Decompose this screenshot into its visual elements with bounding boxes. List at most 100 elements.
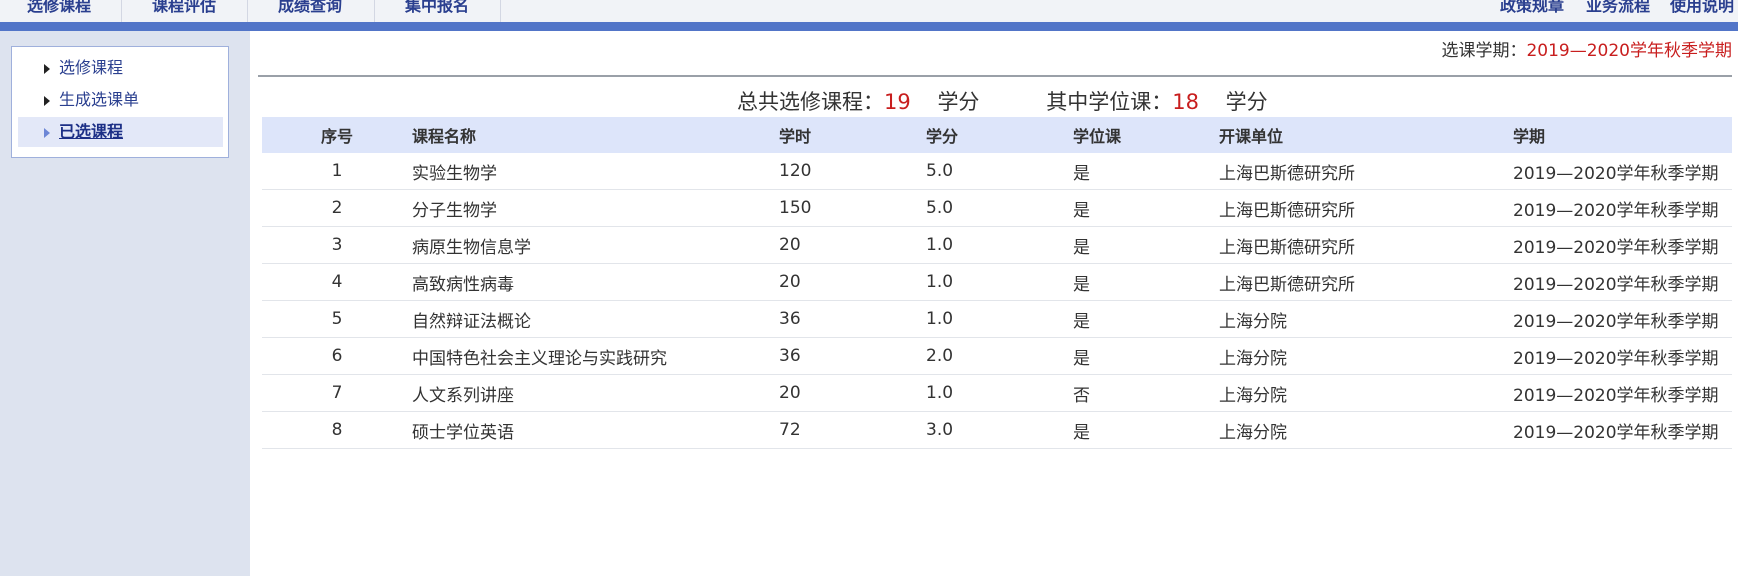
cell-semester: 2019—2020学年秋季学期 [1513, 189, 1732, 227]
cell-course-name: 自然辩证法概论 [412, 300, 779, 338]
credit-summary: 总共选修课程：19 学分 其中学位课：18 学分 [737, 87, 1268, 117]
sidebar-item-label: 选修课程 [59, 58, 124, 77]
cell-index: 3 [262, 226, 412, 264]
nav-divider [500, 0, 501, 22]
cell-semester: 2019—2020学年秋季学期 [1513, 300, 1732, 338]
table-row: 1 实验生物学 120 5.0 是 上海巴斯德研究所 2019—2020学年秋季… [262, 153, 1732, 190]
cell-course-name: 实验生物学 [412, 153, 779, 190]
cell-credits: 5.0 [926, 153, 1073, 190]
cell-index: 1 [262, 153, 412, 190]
cell-degree-course: 否 [1073, 374, 1219, 412]
cell-index: 2 [262, 189, 412, 227]
top-nav: 选修课程 课程评估 成绩查询 集中报名 政策规章 业务流程 使用说明 [0, 0, 1738, 22]
nav-workflow[interactable]: 业务流程 [1586, 0, 1650, 22]
nav-course-evaluation[interactable]: 课程评估 [152, 0, 216, 22]
cell-semester: 2019—2020学年秋季学期 [1513, 337, 1732, 375]
col-header-hours: 学时 [779, 117, 926, 153]
col-header-index: 序号 [262, 117, 412, 153]
cell-degree-course: 是 [1073, 337, 1219, 375]
semester-info: 选课学期：2019—2020学年秋季学期 [1441, 38, 1732, 64]
nav-policies[interactable]: 政策规章 [1500, 0, 1564, 22]
table-header-row: 序号 课程名称 学时 学分 学位课 开课单位 学期 [262, 117, 1732, 153]
nav-divider [374, 0, 375, 22]
sidebar-item-elective-courses[interactable]: 选修课程 [18, 53, 223, 83]
semester-label: 选课学期： [1441, 41, 1527, 61]
cell-index: 7 [262, 374, 412, 412]
col-header-course-name: 课程名称 [412, 117, 779, 153]
cell-index: 6 [262, 337, 412, 375]
cell-hours: 20 [779, 263, 926, 301]
cell-hours: 72 [779, 411, 926, 449]
nav-elective-courses[interactable]: 选修课程 [27, 0, 91, 22]
divider [258, 75, 1732, 77]
caret-right-icon [44, 96, 50, 106]
cell-degree-course: 是 [1073, 411, 1219, 449]
cell-course-name: 病原生物信息学 [412, 226, 779, 264]
cell-semester: 2019—2020学年秋季学期 [1513, 263, 1732, 301]
semester-value: 2019—2020学年秋季学期 [1526, 41, 1732, 61]
sidebar-item-label: 生成选课单 [59, 90, 140, 109]
table-row: 6 中国特色社会主义理论与实践研究 36 2.0 是 上海分院 2019—202… [262, 337, 1732, 375]
cell-course-name: 高致病性病毒 [412, 263, 779, 301]
course-table: 序号 课程名称 学时 学分 学位课 开课单位 学期 1 实验生物学 120 5.… [262, 117, 1732, 449]
cell-credits: 3.0 [926, 411, 1073, 449]
cell-course-name: 中国特色社会主义理论与实践研究 [412, 337, 779, 375]
cell-index: 8 [262, 411, 412, 449]
cell-semester: 2019—2020学年秋季学期 [1513, 226, 1732, 264]
total-credits-unit: 学分 [937, 90, 980, 114]
cell-semester: 2019—2020学年秋季学期 [1513, 411, 1732, 449]
cell-department: 上海分院 [1219, 300, 1513, 338]
cell-credits: 1.0 [926, 300, 1073, 338]
cell-credits: 5.0 [926, 189, 1073, 227]
cell-semester: 2019—2020学年秋季学期 [1513, 374, 1732, 412]
cell-credits: 1.0 [926, 226, 1073, 264]
caret-right-icon [44, 128, 50, 138]
degree-credits-label: 其中学位课： [1046, 90, 1173, 114]
table-row: 3 病原生物信息学 20 1.0 是 上海巴斯德研究所 2019—2020学年秋… [262, 226, 1732, 264]
sidebar-item-generate-selection[interactable]: 生成选课单 [18, 85, 223, 115]
cell-course-name: 硕士学位英语 [412, 411, 779, 449]
cell-degree-course: 是 [1073, 226, 1219, 264]
cell-hours: 20 [779, 226, 926, 264]
degree-credits-value: 18 [1172, 90, 1199, 114]
degree-credits-unit: 学分 [1225, 90, 1268, 114]
cell-course-name: 人文系列讲座 [412, 374, 779, 412]
nav-divider [121, 0, 122, 22]
nav-group-registration[interactable]: 集中报名 [405, 0, 469, 22]
caret-right-icon [44, 64, 50, 74]
col-header-semester: 学期 [1513, 117, 1732, 153]
cell-credits: 1.0 [926, 374, 1073, 412]
cell-hours: 36 [779, 300, 926, 338]
total-credits-value: 19 [884, 90, 911, 114]
cell-semester: 2019—2020学年秋季学期 [1513, 153, 1732, 190]
cell-course-name: 分子生物学 [412, 189, 779, 227]
col-header-department: 开课单位 [1219, 117, 1513, 153]
cell-department: 上海巴斯德研究所 [1219, 263, 1513, 301]
cell-index: 5 [262, 300, 412, 338]
sidebar-item-selected-courses[interactable]: 已选课程 [18, 117, 223, 147]
sidebar-item-label: 已选课程 [59, 122, 124, 141]
table-row: 4 高致病性病毒 20 1.0 是 上海巴斯德研究所 2019—2020学年秋季… [262, 263, 1732, 301]
cell-department: 上海巴斯德研究所 [1219, 189, 1513, 227]
cell-credits: 2.0 [926, 337, 1073, 375]
cell-department: 上海分院 [1219, 337, 1513, 375]
col-header-degree-course: 学位课 [1073, 117, 1219, 153]
table-row: 2 分子生物学 150 5.0 是 上海巴斯德研究所 2019—2020学年秋季… [262, 189, 1732, 227]
nav-grade-query[interactable]: 成绩查询 [278, 0, 342, 22]
table-row: 5 自然辩证法概论 36 1.0 是 上海分院 2019—2020学年秋季学期 [262, 300, 1732, 338]
cell-department: 上海巴斯德研究所 [1219, 226, 1513, 264]
table-row: 7 人文系列讲座 20 1.0 否 上海分院 2019—2020学年秋季学期 [262, 374, 1732, 412]
cell-degree-course: 是 [1073, 263, 1219, 301]
table-row: 8 硕士学位英语 72 3.0 是 上海分院 2019—2020学年秋季学期 [262, 411, 1732, 449]
total-credits-label: 总共选修课程： [737, 90, 884, 114]
cell-department: 上海分院 [1219, 411, 1513, 449]
cell-hours: 36 [779, 337, 926, 375]
cell-department: 上海巴斯德研究所 [1219, 153, 1513, 190]
nav-divider [247, 0, 248, 22]
cell-hours: 150 [779, 189, 926, 227]
sidebar-menu: 选修课程 生成选课单 已选课程 [11, 46, 229, 158]
nav-user-guide[interactable]: 使用说明 [1670, 0, 1734, 22]
cell-degree-course: 是 [1073, 153, 1219, 190]
col-header-credits: 学分 [926, 117, 1073, 153]
cell-hours: 20 [779, 374, 926, 412]
